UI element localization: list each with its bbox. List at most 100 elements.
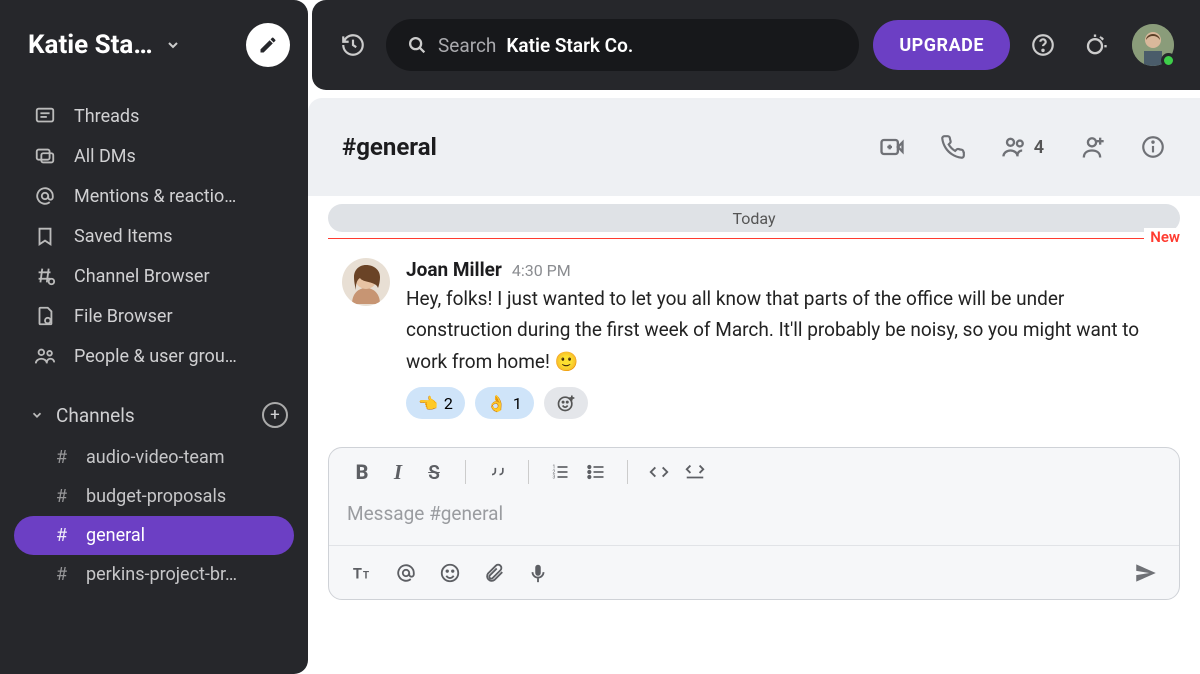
composer-input[interactable] <box>347 502 1161 525</box>
strike-button[interactable]: S <box>419 457 449 487</box>
channels-section-header[interactable]: Channels + <box>0 376 308 438</box>
hash-icon: # <box>56 525 72 546</box>
nav-people[interactable]: People & user grou… <box>0 336 308 376</box>
code-block-button[interactable] <box>680 457 710 487</box>
nav-file-browser[interactable]: File Browser <box>0 296 308 336</box>
channel-item[interactable]: # audio-video-team <box>14 438 294 477</box>
topbar: Search Katie Stark Co. UPGRADE <box>312 0 1200 90</box>
channel-item[interactable]: # budget-proposals <box>14 477 294 516</box>
ordered-list-button[interactable]: 123 <box>545 457 575 487</box>
compose-button[interactable] <box>246 23 290 67</box>
people-icon <box>34 345 56 367</box>
hash-icon: # <box>56 447 72 468</box>
channel-browser-icon <box>34 265 56 287</box>
date-separator: Today <box>328 204 1180 232</box>
formatting-toolbar: B I S 123 <box>329 448 1179 496</box>
nav-saved[interactable]: Saved Items <box>0 216 308 256</box>
separator <box>528 460 529 484</box>
bullet-list-button[interactable] <box>581 457 611 487</box>
separator <box>465 460 466 484</box>
search-bar[interactable]: Search Katie Stark Co. <box>386 19 859 71</box>
mention-button[interactable] <box>391 558 421 588</box>
call-button[interactable] <box>940 134 966 160</box>
nav-mentions[interactable]: Mentions & reactio… <box>0 176 308 216</box>
user-avatar[interactable] <box>1132 24 1174 66</box>
members-button[interactable]: 4 <box>1000 133 1044 161</box>
blockquote-button[interactable] <box>482 457 512 487</box>
svg-text:T: T <box>363 570 370 581</box>
bookmark-icon <box>34 225 56 247</box>
help-button[interactable] <box>1024 26 1062 64</box>
message-time: 4:30 PM <box>512 261 571 280</box>
file-browser-icon <box>34 305 56 327</box>
search-label: Search <box>438 34 496 57</box>
search-scope: Katie Stark Co. <box>506 34 633 57</box>
message-text: Hey, folks! I just wanted to let you all… <box>406 283 1170 377</box>
channel-name: budget-proposals <box>86 486 226 507</box>
composer-actions: TT <box>329 545 1179 599</box>
threads-icon <box>34 105 56 127</box>
upgrade-label: UPGRADE <box>899 35 984 56</box>
dms-icon <box>34 145 56 167</box>
upgrade-button[interactable]: UPGRADE <box>873 20 1010 70</box>
channel-header: #general 4 <box>308 98 1200 196</box>
italic-button[interactable]: I <box>383 457 413 487</box>
nav-all-dms[interactable]: All DMs <box>0 136 308 176</box>
reaction-count: 1 <box>513 394 522 413</box>
nav-threads[interactable]: Threads <box>0 96 308 136</box>
hash-icon: # <box>56 486 72 507</box>
workspace-header: Katie Sta… <box>0 0 308 90</box>
channel-actions: 4 <box>878 133 1166 161</box>
add-reaction-button[interactable] <box>544 387 588 419</box>
channel-name: general <box>86 525 145 546</box>
nav-label: File Browser <box>74 306 173 327</box>
message-author[interactable]: Joan Miller <box>406 258 502 281</box>
channel-name: audio-video-team <box>86 447 225 468</box>
new-messages-divider: New <box>328 238 1180 252</box>
channel-item-active[interactable]: # general <box>14 516 294 555</box>
sidebar: Katie Sta… Threads All DMs Mentions & re… <box>0 0 308 674</box>
channel-item[interactable]: # perkins-project-br… <box>14 555 294 594</box>
code-button[interactable] <box>644 457 674 487</box>
channel-name: perkins-project-br… <box>86 564 237 585</box>
add-channel-button[interactable]: + <box>262 402 288 428</box>
audio-button[interactable] <box>523 558 553 588</box>
whatsnew-button[interactable] <box>1076 26 1114 64</box>
send-button[interactable] <box>1131 558 1161 588</box>
reaction-pill[interactable]: 👈2 <box>406 387 465 419</box>
add-video-button[interactable] <box>878 133 906 161</box>
reactions: 👈2 👌1 <box>406 387 1170 419</box>
nav-label: All DMs <box>74 146 136 167</box>
toggle-formatting-button[interactable]: TT <box>347 558 377 588</box>
nav-label: Mentions & reactio… <box>74 186 236 207</box>
svg-text:3: 3 <box>553 475 556 481</box>
emoji-button[interactable] <box>435 558 465 588</box>
reaction-emoji: 👈 <box>418 394 438 413</box>
chevron-down-icon <box>165 37 181 53</box>
workspace-name: Katie Sta… <box>28 30 153 60</box>
reaction-pill[interactable]: 👌1 <box>475 387 534 419</box>
nav-label: Saved Items <box>74 226 173 247</box>
nav-channel-browser[interactable]: Channel Browser <box>0 256 308 296</box>
bold-button[interactable]: B <box>347 457 377 487</box>
at-icon <box>34 185 56 207</box>
channel-title[interactable]: #general <box>342 133 437 161</box>
nav-label: Channel Browser <box>74 266 210 287</box>
primary-nav: Threads All DMs Mentions & reactio… Save… <box>0 90 308 594</box>
separator <box>627 460 628 484</box>
chevron-down-icon <box>30 408 44 422</box>
history-button[interactable] <box>334 26 372 64</box>
channels-label: Channels <box>56 404 135 427</box>
workspace-switcher[interactable]: Katie Sta… <box>28 30 181 60</box>
presence-dot-icon <box>1161 53 1176 68</box>
member-count: 4 <box>1034 137 1044 158</box>
add-people-button[interactable] <box>1078 133 1106 161</box>
message-item: Joan Miller 4:30 PM Hey, folks! I just w… <box>308 252 1200 429</box>
reaction-emoji: 👌 <box>487 394 507 413</box>
message-avatar[interactable] <box>342 258 390 306</box>
date-label: Today <box>732 209 775 228</box>
hash-icon: # <box>56 564 72 585</box>
message-body: Joan Miller 4:30 PM Hey, folks! I just w… <box>406 258 1170 419</box>
info-button[interactable] <box>1140 134 1166 160</box>
attach-button[interactable] <box>479 558 509 588</box>
